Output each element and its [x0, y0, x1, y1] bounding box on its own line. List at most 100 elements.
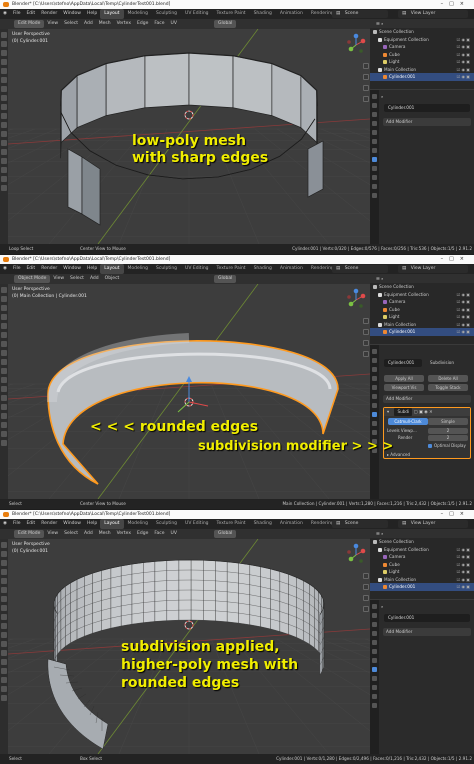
visibility-eye-icon[interactable]: ☑ ◉ ▣: [457, 66, 470, 74]
object-name-field[interactable]: Cylinder.001: [384, 614, 470, 622]
tool-icon[interactable]: [1, 431, 7, 437]
tool-icon[interactable]: [1, 641, 7, 647]
properties-tab-icon[interactable]: [372, 430, 377, 435]
tool-icon[interactable]: [1, 650, 7, 656]
visibility-eye-icon[interactable]: ☑ ◉ ▣: [457, 298, 470, 306]
tool-icon[interactable]: [1, 95, 7, 101]
properties-tab-icon[interactable]: [372, 640, 377, 645]
mode-dropdown[interactable]: Edit Mode: [14, 20, 45, 28]
tool-icon[interactable]: [1, 332, 7, 338]
viewport-menu-object[interactable]: Object: [102, 274, 123, 284]
tool-icon[interactable]: [1, 86, 7, 92]
workspace-tab-layout[interactable]: Layout: [100, 519, 124, 529]
viewport-menu-select[interactable]: Select: [61, 529, 81, 539]
tool-icon[interactable]: [1, 122, 7, 128]
workspace-tab-shading[interactable]: Shading: [250, 9, 276, 19]
visibility-eye-icon[interactable]: ☑ ◉ ▣: [457, 546, 470, 554]
tool-icon[interactable]: [1, 185, 7, 191]
modifier-toggle-icons[interactable]: ▢ ▣ ◉ ✕: [414, 409, 433, 414]
viewport-menu-view[interactable]: View: [44, 19, 61, 29]
properties-tab-icon[interactable]: [372, 703, 377, 708]
menu-file[interactable]: File: [10, 9, 24, 19]
workspace-tab-layout[interactable]: Layout: [100, 264, 124, 274]
tool-icon[interactable]: [1, 296, 7, 302]
nav-button-icon[interactable]: [363, 573, 369, 579]
outliner-row[interactable]: Scene Collection: [370, 538, 474, 546]
visibility-eye-icon[interactable]: ☑ ◉ ▣: [457, 321, 470, 329]
scene-selector[interactable]: ▤ Scene: [332, 520, 388, 528]
viewport-menu-add[interactable]: Add: [81, 529, 96, 539]
nav-button-icon[interactable]: [363, 340, 369, 346]
outliner-row[interactable]: Light ☑ ◉ ▣: [370, 58, 474, 66]
tool-icon[interactable]: [1, 113, 7, 119]
levels-viewport-field[interactable]: 2: [428, 428, 468, 434]
blender-menu-icon[interactable]: ◉: [0, 264, 10, 274]
modifier-name-field[interactable]: Subdi: [394, 408, 413, 416]
workspace-tab-modeling[interactable]: Modeling: [124, 519, 152, 529]
properties-tab-icon[interactable]: [372, 412, 377, 417]
outliner-row[interactable]: Scene Collection: [370, 283, 474, 291]
simple-option[interactable]: Simple: [428, 418, 468, 425]
properties-tab-icon[interactable]: [372, 604, 377, 609]
properties-tab-icon[interactable]: [372, 421, 377, 426]
tool-icon[interactable]: [1, 686, 7, 692]
viewport-menu-view[interactable]: View: [50, 274, 67, 284]
transform-orientation-dropdown[interactable]: Global: [214, 20, 237, 28]
outliner-row[interactable]: Camera ☑ ◉ ▣: [370, 553, 474, 561]
nav-button-icon[interactable]: [363, 584, 369, 590]
tool-icon[interactable]: [1, 623, 7, 629]
tool-icon[interactable]: [1, 551, 7, 557]
tool-icon[interactable]: [1, 314, 7, 320]
delete-all-button[interactable]: Delete All: [428, 375, 468, 382]
properties-tab-icon[interactable]: [372, 157, 377, 162]
outliner-row[interactable]: Main Collection ☑ ◉ ▣: [370, 321, 474, 329]
blender-menu-icon[interactable]: ◉: [0, 519, 10, 529]
object-name-field[interactable]: Cylinder.001: [384, 104, 470, 112]
mode-dropdown[interactable]: Object Mode: [14, 275, 51, 283]
properties-tab-icon[interactable]: [372, 658, 377, 663]
properties-tab-icon[interactable]: [372, 403, 377, 408]
tool-icon[interactable]: [1, 104, 7, 110]
properties-tab-icon[interactable]: [372, 676, 377, 681]
tool-icon[interactable]: [1, 176, 7, 182]
menu-edit[interactable]: Edit: [23, 519, 38, 529]
viewport-menu-face[interactable]: Face: [151, 19, 167, 29]
properties-tab-icon[interactable]: [372, 685, 377, 690]
nav-button-icon[interactable]: [363, 63, 369, 69]
outliner-row[interactable]: Cube ☑ ◉ ▣: [370, 561, 474, 569]
tool-icon[interactable]: [1, 149, 7, 155]
tool-icon[interactable]: [1, 41, 7, 47]
outliner-row[interactable]: Light ☑ ◉ ▣: [370, 568, 474, 576]
tool-icon[interactable]: [1, 596, 7, 602]
menu-edit[interactable]: Edit: [23, 9, 38, 19]
menu-render[interactable]: Render: [38, 264, 60, 274]
view-layer-selector[interactable]: ▤ View Layer: [398, 265, 468, 273]
tool-icon[interactable]: [1, 341, 7, 347]
workspace-tab-modeling[interactable]: Modeling: [124, 264, 152, 274]
outliner-row[interactable]: Camera ☑ ◉ ▣: [370, 298, 474, 306]
viewport-menu-select[interactable]: Select: [67, 274, 87, 284]
properties-tab-icon[interactable]: [372, 394, 377, 399]
visibility-eye-icon[interactable]: ☑ ◉ ▣: [457, 291, 470, 299]
tool-icon[interactable]: [1, 605, 7, 611]
navigation-gizmo[interactable]: [344, 33, 368, 57]
apply-all-button[interactable]: Apply All: [384, 375, 424, 382]
nav-button-icon[interactable]: [363, 351, 369, 357]
nav-button-icon[interactable]: [363, 74, 369, 80]
tool-icon[interactable]: [1, 140, 7, 146]
workspace-tab-modeling[interactable]: Modeling: [124, 9, 152, 19]
tool-icon[interactable]: [1, 167, 7, 173]
view-layer-selector[interactable]: ▤ View Layer: [398, 10, 468, 18]
viewport-menu-mesh[interactable]: Mesh: [96, 529, 114, 539]
outliner-row[interactable]: Cube ☑ ◉ ▣: [370, 51, 474, 59]
tool-icon[interactable]: [1, 68, 7, 74]
menu-window[interactable]: Window: [60, 9, 84, 19]
workspace-tab-shading[interactable]: Shading: [250, 264, 276, 274]
tool-icon[interactable]: [1, 440, 7, 446]
outliner-row[interactable]: Equipment Collection ☑ ◉ ▣: [370, 291, 474, 299]
visibility-eye-icon[interactable]: ☑ ◉ ▣: [457, 576, 470, 584]
properties-tab-icon[interactable]: [372, 130, 377, 135]
navigation-gizmo[interactable]: [344, 288, 368, 312]
visibility-eye-icon[interactable]: ☑ ◉ ▣: [457, 328, 470, 336]
tool-icon[interactable]: [1, 560, 7, 566]
